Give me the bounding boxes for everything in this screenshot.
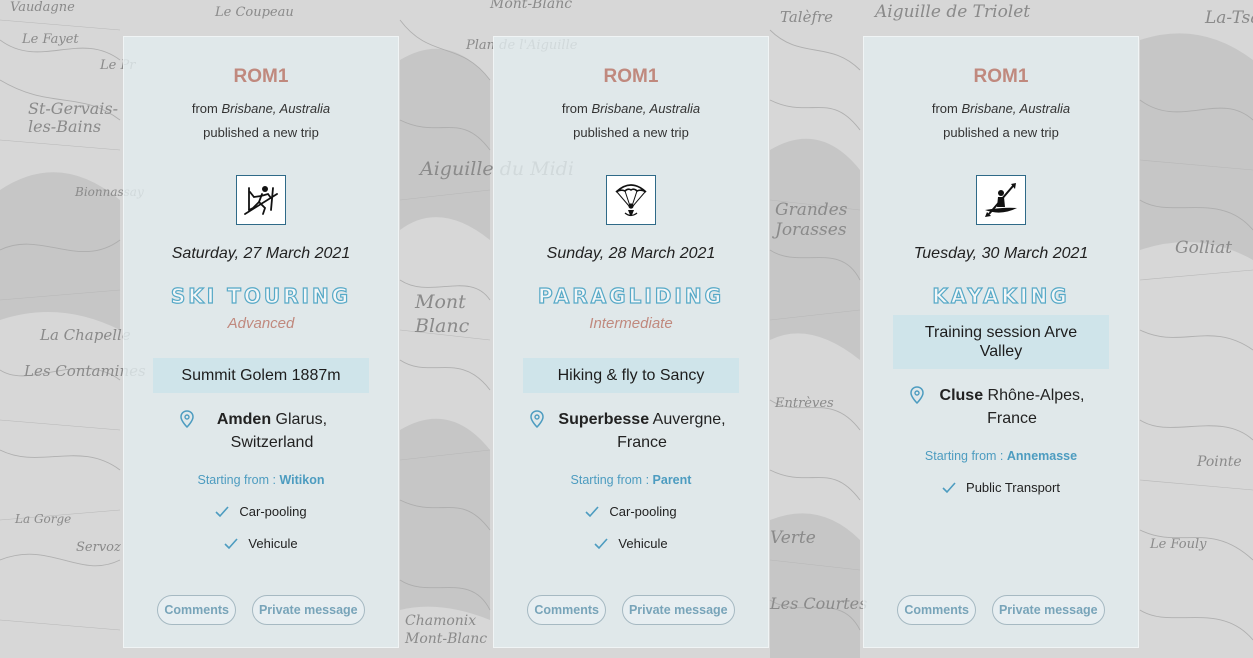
map-label: Talèfre (780, 8, 834, 26)
user-origin: from Brisbane, Australia (191, 101, 331, 116)
trip-title[interactable]: Summit Golem 1887m (153, 358, 369, 393)
starting-point: Starting from : Annemasse (924, 449, 1078, 463)
user-origin: from Brisbane, Australia (931, 101, 1071, 116)
map-label: Le Fayet (22, 32, 79, 47)
map-label: Entrèves (775, 396, 834, 411)
map-label: La Chapelle (40, 326, 131, 344)
published-text: published a new trip (573, 125, 689, 140)
trip-card: ROM1 from Brisbane, Australia published … (863, 36, 1139, 648)
map-label: Pointe (1197, 454, 1242, 470)
map-label: Verte (770, 528, 816, 548)
starting-point: Starting from : Parent (570, 473, 692, 487)
trip-location: Superbesse Auvergne, France (494, 408, 768, 454)
map-label: Mont Blanc (415, 291, 470, 337)
check-icon (585, 506, 599, 518)
kayaking-icon (976, 175, 1026, 225)
username[interactable]: ROM1 (124, 66, 398, 88)
published-text: published a new trip (203, 125, 319, 140)
trip-card: ROM1 from Brisbane, Australia published … (123, 36, 399, 648)
starting-point: Starting from : Witikon (197, 473, 325, 487)
map-label: Chamonix Mont-Blanc (405, 613, 488, 647)
activity-name: KAYAKING (932, 283, 1070, 308)
map-label: Golliat (1175, 238, 1233, 258)
published-text: published a new trip (943, 125, 1059, 140)
check-icon (215, 506, 229, 518)
ski-touring-icon (236, 175, 286, 225)
location-pin-icon (530, 410, 544, 428)
transport-option: Car-pooling (494, 504, 768, 520)
transport-option: Vehicule (494, 536, 768, 552)
private-message-button[interactable]: Private message (251, 595, 365, 625)
trip-date: Sunday, 28 March 2021 (546, 245, 716, 262)
transport-option: Public Transport (864, 480, 1138, 496)
trip-location: Cluse Rhône-Alpes, France (864, 384, 1138, 430)
map-label: Mont-Blanc (490, 0, 573, 12)
location-pin-icon (910, 386, 924, 404)
map-label: Les Courtes (770, 594, 868, 613)
map-label: Le Coupeau (215, 5, 294, 20)
user-origin: from Brisbane, Australia (561, 101, 701, 116)
trip-title[interactable]: Hiking & fly to Sancy (523, 358, 739, 393)
map-label: Grandes Jorasses (775, 200, 848, 240)
map-label: Vaudagne (10, 0, 75, 15)
check-icon (594, 538, 609, 550)
map-label: La Gorge (15, 512, 72, 526)
username[interactable]: ROM1 (864, 66, 1138, 88)
map-label: Le Fouly (1150, 537, 1207, 552)
username[interactable]: ROM1 (494, 66, 768, 88)
trip-card: ROM1 from Brisbane, Australia published … (493, 36, 769, 648)
trip-date: Tuesday, 30 March 2021 (913, 245, 1089, 262)
trip-date: Saturday, 27 March 2021 (171, 245, 351, 262)
paragliding-icon (606, 175, 656, 225)
map-label: Aiguille de Triolet (875, 2, 1031, 22)
map-label: Servoz (76, 540, 121, 555)
activity-name: PARAGLIDING (537, 283, 724, 308)
comments-button[interactable]: Comments (527, 595, 606, 625)
map-label: St-Gervais-les-Bains (28, 99, 119, 136)
check-icon (942, 482, 956, 494)
location-pin-icon (180, 410, 194, 428)
transport-option: Vehicule (124, 536, 398, 552)
comments-button[interactable]: Comments (897, 595, 976, 625)
private-message-button[interactable]: Private message (621, 595, 735, 625)
trip-location: Amden Glarus, Switzerland (124, 408, 398, 454)
map-label: La-Tsa (1205, 8, 1253, 28)
difficulty-level: Advanced (227, 315, 295, 332)
difficulty-level: Intermediate (589, 315, 673, 332)
private-message-button[interactable]: Private message (991, 595, 1105, 625)
comments-button[interactable]: Comments (157, 595, 236, 625)
trip-title[interactable]: Training session Arve Valley (893, 315, 1109, 369)
check-icon (224, 538, 239, 550)
activity-name: SKI TOURING (170, 283, 352, 308)
transport-option: Car-pooling (124, 504, 398, 520)
